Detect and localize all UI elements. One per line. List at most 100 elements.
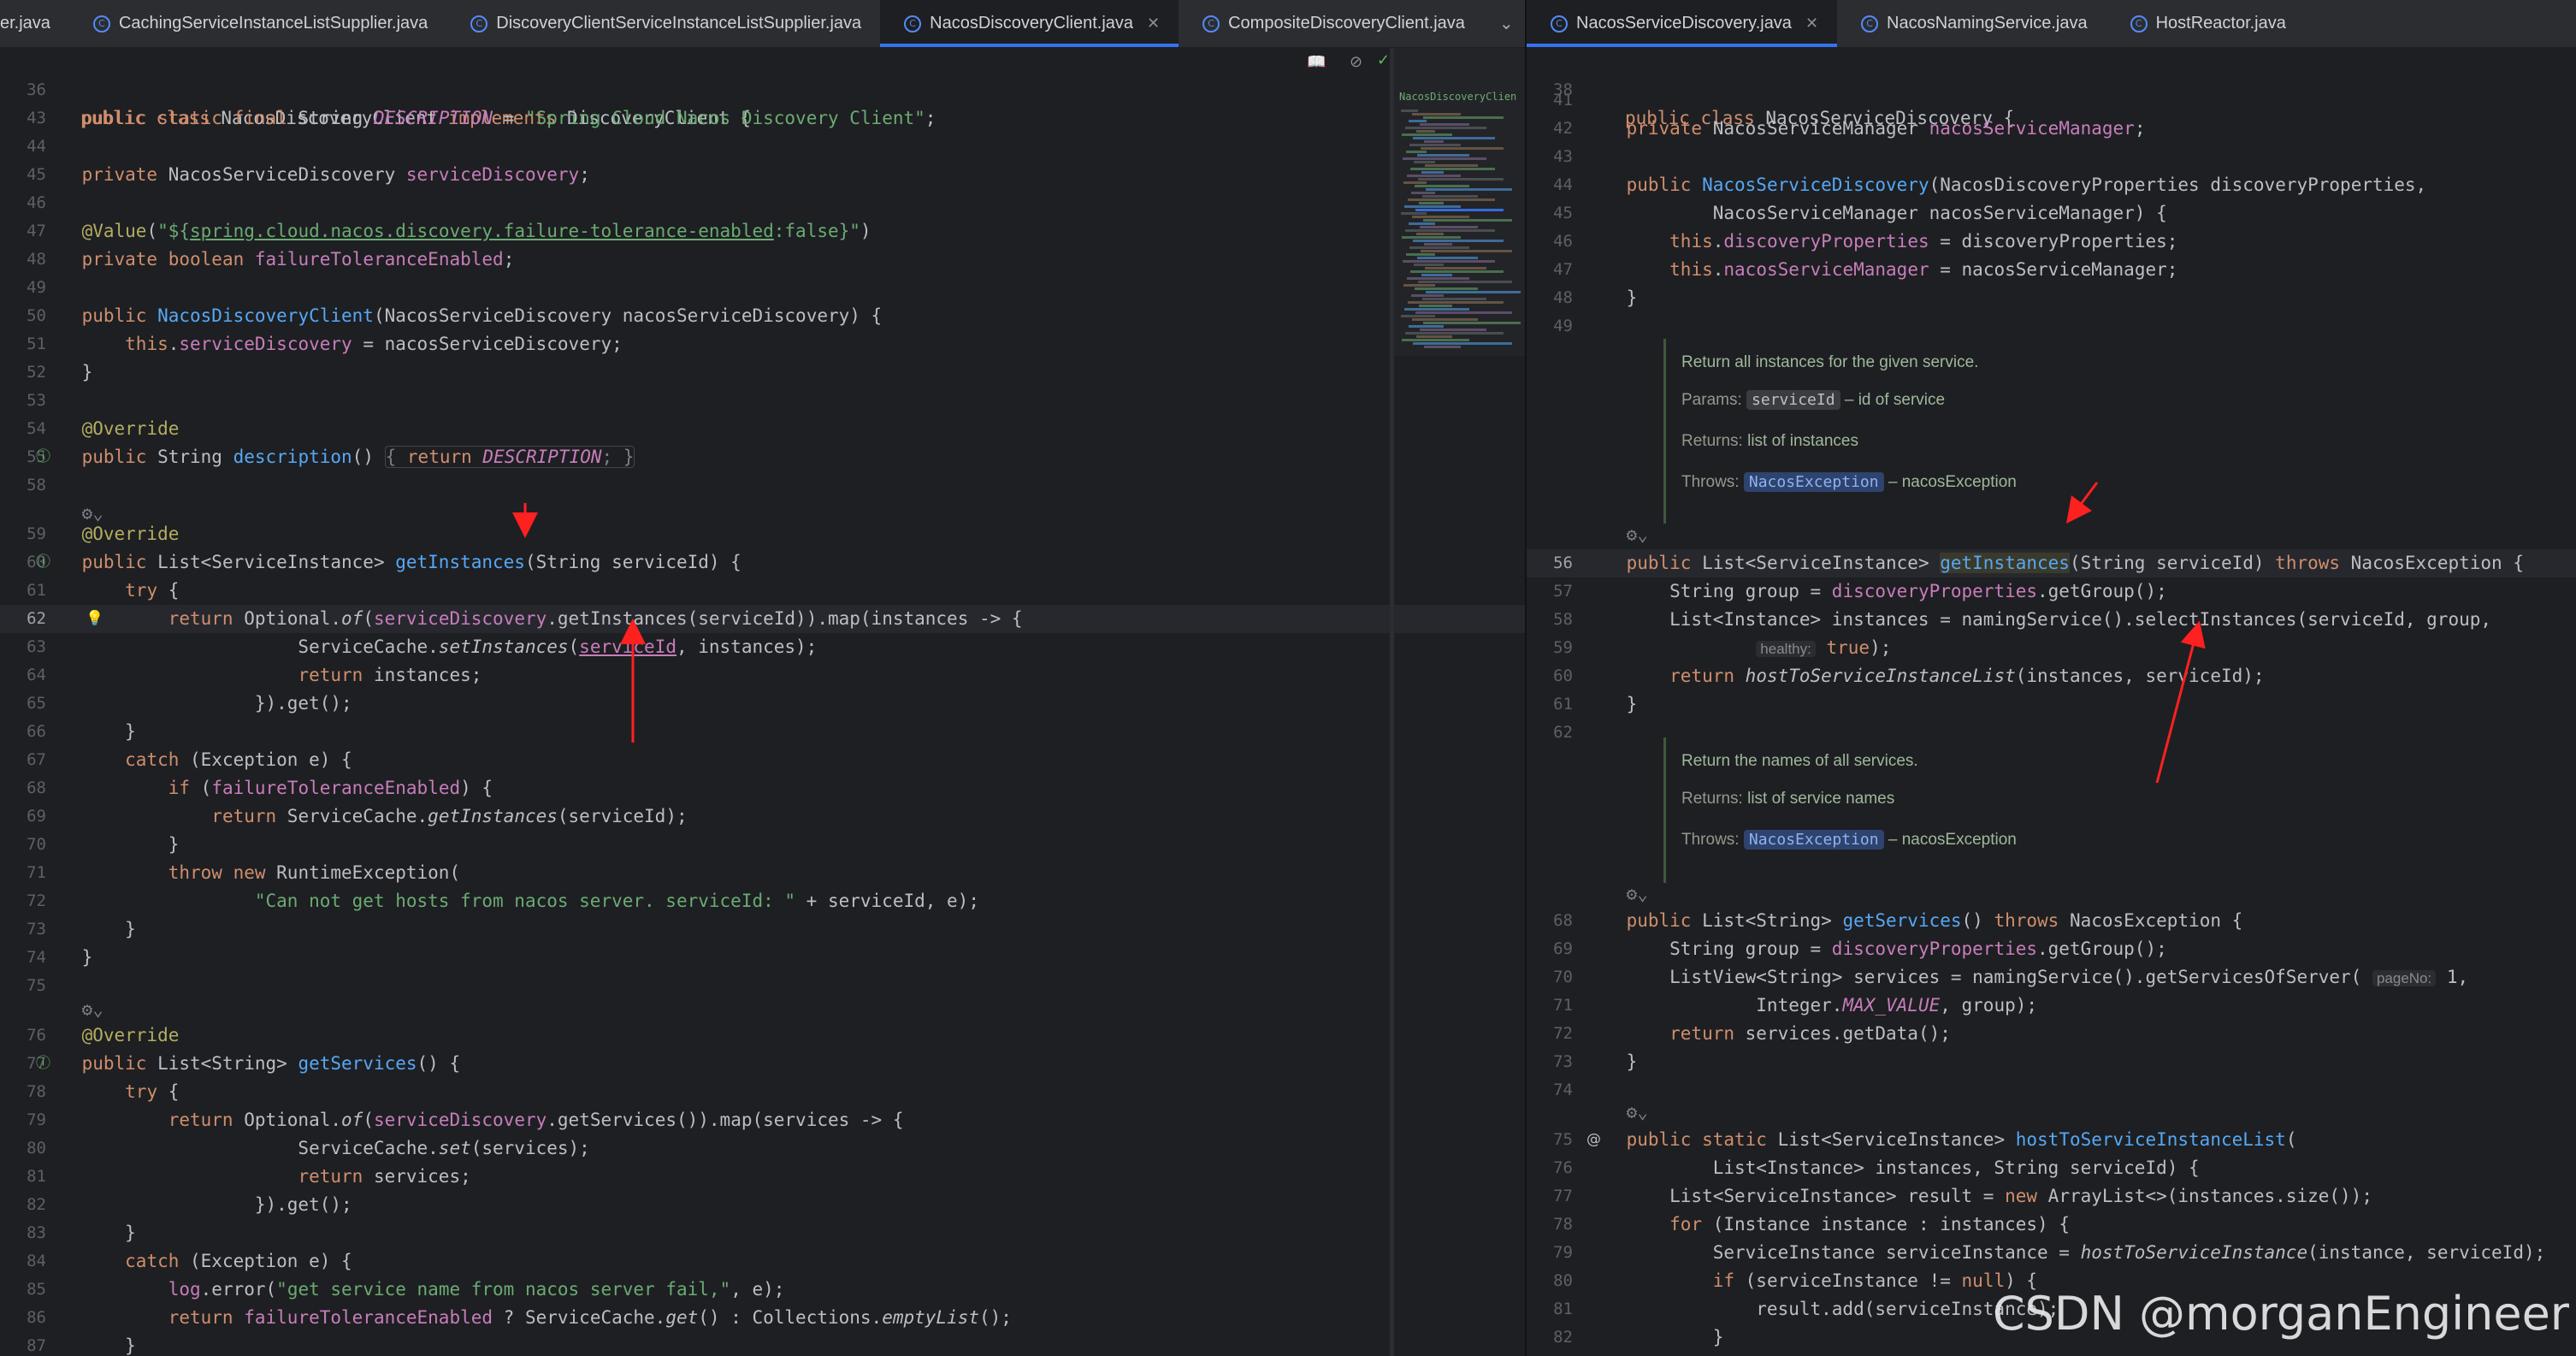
code-line[interactable]: ⚙⌄ [1527,880,2576,909]
code-line[interactable]: ⚙⌄ [1527,521,2576,549]
code-line[interactable]: 70 } [0,831,1527,859]
code-line[interactable]: 85 log.error("get service name from naco… [0,1276,1527,1304]
code-line[interactable]: 82 }).get(); [0,1191,1527,1219]
code-line[interactable]: 59 healthy: true); [1527,634,2576,662]
doc-throws-link[interactable]: NacosException [1743,830,1884,850]
code-line[interactable]: 76 List<Instance> instances, String serv… [1527,1154,2576,1182]
code-line[interactable]: 73 } [0,915,1527,944]
code-line[interactable]: 48 } [1527,284,2576,312]
code-line[interactable]: 42 private NacosServiceManager nacosServ… [1527,115,2576,143]
code-line[interactable]: 47 this.nacosServiceManager = nacosServi… [1527,256,2576,284]
chevron-down-icon[interactable]: ⌄ [1499,13,1514,34]
code-line[interactable]: 49 [1527,312,2576,340]
code-line[interactable]: 73 } [1527,1048,2576,1076]
code-line[interactable]: 45 private NacosServiceDiscovery service… [0,161,1527,189]
code-line[interactable]: 72 "Can not get hosts from nacos server.… [0,887,1527,915]
tab-host-reactor[interactable]: C HostReactor.java [2106,0,2305,47]
code-line[interactable]: 78 try { [0,1078,1527,1106]
tab-er-java[interactable]: er.java [0,0,69,47]
code-line[interactable]: 61 } [1527,690,2576,719]
implements-icon[interactable]: ⓘ [36,548,50,577]
implements-icon[interactable]: ⓘ [36,1050,50,1078]
code-line[interactable]: 54 @Override [0,415,1527,443]
code-line[interactable]: 78 for (Instance instance : instances) { [1527,1211,2576,1239]
code-line[interactable]: 60 return hostToServiceInstanceList(inst… [1527,662,2576,690]
code-line[interactable]: 61 try { [0,577,1527,605]
code-line[interactable]: 69 String group = discoveryProperties.ge… [1527,935,2576,963]
tab-composite-discovery-client[interactable]: C CompositeDiscoveryClient.java [1179,0,1484,47]
close-icon[interactable]: ✕ [1805,15,1818,33]
code-line[interactable]: 86 return failureToleranceEnabled ? Serv… [0,1304,1527,1332]
doc-throws-link[interactable]: NacosException [1743,472,1884,492]
code-line[interactable]: 77 public List<String> getServices() {ⓘ [0,1050,1527,1078]
code-line[interactable]: 58 List<Instance> instances = namingServ… [1527,606,2576,634]
code-line[interactable]: 55 public String description() { return … [0,443,1527,471]
minimap[interactable]: NacosDiscoveryClien [1394,48,1527,356]
tab-nacos-naming-service[interactable]: C NacosNamingService.java [1837,0,2106,47]
code-line[interactable]: 67 catch (Exception e) { [0,746,1527,774]
code-line[interactable]: 84 catch (Exception e) { [0,1247,1527,1276]
code-line[interactable]: 44 public NacosServiceDiscovery(NacosDis… [1527,171,2576,199]
line-number: 48 [1553,288,1573,307]
code-text: @Override [81,524,180,544]
code-line[interactable]: 75 public static List<ServiceInstance> h… [1527,1126,2576,1154]
code-line[interactable]: 41 [1527,86,2576,115]
reader-mode-icon[interactable]: 📖 [1307,53,1326,71]
code-line[interactable]: 59 @Override [0,520,1527,548]
code-line[interactable]: 69 return ServiceCache.getInstances(serv… [0,802,1527,831]
code-line[interactable]: 65 }).get(); [0,690,1527,718]
code-line[interactable]: 49 [0,274,1527,302]
tab-discovery-client-supplier[interactable]: C DiscoveryClientServiceInstanceListSuppl… [446,0,880,47]
code-line[interactable]: 56 public List<ServiceInstance> getInsta… [1527,549,2576,577]
code-line[interactable]: ⚙⌄ [1527,1098,2576,1127]
hide-icon[interactable]: ⊘ [1350,53,1362,71]
code-line[interactable]: 46 [0,189,1527,217]
tab-nacos-discovery-client[interactable]: C NacosDiscoveryClient.java ✕ [880,0,1179,47]
code-line[interactable]: 43 [1527,143,2576,171]
code-line[interactable]: 66 } [0,718,1527,746]
code-text: ListView<String> services = namingServic… [1583,967,2469,987]
minimap-line [1423,322,1521,324]
code-line[interactable]: 63 ServiceCache.setInstances(serviceId, … [0,633,1527,661]
code-line[interactable]: 83 } [0,1219,1527,1247]
code-line[interactable]: 77 List<ServiceInstance> result = new Ar… [1527,1182,2576,1211]
code-line[interactable]: 57 String group = discoveryProperties.ge… [1527,577,2576,606]
tab-nacos-service-discovery[interactable]: C NacosServiceDiscovery.java ✕ [1527,0,1838,47]
code-line[interactable]: 71 throw new RuntimeException( [0,859,1527,887]
code-line[interactable]: 58 [0,471,1527,500]
code-line[interactable]: 79 return Optional.of(serviceDiscovery.g… [0,1106,1527,1134]
tab-caching-supplier[interactable]: C CachingServiceInstanceListSupplier.java [69,0,446,47]
code-line[interactable]: 43 public static final String DESCRIPTIO… [0,104,1527,133]
code-line[interactable]: 87 } [0,1332,1527,1356]
code-line[interactable]: 76 @Override [0,1021,1527,1050]
code-line[interactable]: 81 return services; [0,1163,1527,1191]
code-line[interactable]: 46 this.discoveryProperties = discoveryP… [1527,228,2576,256]
code-line[interactable]: 47 @Value("${spring.cloud.nacos.discover… [0,217,1527,246]
lightbulb-icon[interactable]: 💡 [86,605,103,633]
code-line[interactable]: ⚙⌄ [0,996,1527,1024]
code-line[interactable]: 80 ServiceCache.set(services); [0,1134,1527,1163]
code-line[interactable]: 83 } [1527,1352,2576,1356]
at-icon[interactable]: @ [1586,1126,1601,1154]
code-line[interactable]: 45 NacosServiceManager nacosServiceManag… [1527,199,2576,228]
code-line[interactable]: 70 ListView<String> services = namingSer… [1527,963,2576,992]
code-line[interactable]: 72 return services.getData(); [1527,1020,2576,1048]
code-line[interactable]: 79 ServiceInstance serviceInstance = hos… [1527,1239,2576,1267]
right-code-area[interactable]: 38 public class NacosServiceDiscovery { … [1527,48,2576,1356]
code-line[interactable]: 48 private boolean failureToleranceEnabl… [0,246,1527,274]
code-line[interactable]: 52 } [0,358,1527,387]
code-line[interactable]: 74 } [0,944,1527,972]
code-line[interactable]: 51 this.serviceDiscovery = nacosServiceD… [0,330,1527,358]
code-line[interactable]: 68 public List<String> getServices() thr… [1527,907,2576,935]
close-icon[interactable]: ✕ [1147,15,1160,33]
code-line[interactable]: 68 if (failureToleranceEnabled) { [0,774,1527,802]
left-code-area[interactable]: 36 public class NacosDiscoveryClient imp… [0,48,1527,1356]
implements-icon[interactable]: ⓘ [36,443,50,471]
code-line[interactable]: 53 [0,387,1527,415]
code-line[interactable]: 71 Integer.MAX_VALUE, group); [1527,992,2576,1020]
code-line[interactable]: 50 public NacosDiscoveryClient(NacosServ… [0,302,1527,330]
code-line[interactable]: 62 return Optional.of(serviceDiscovery.g… [0,605,1527,633]
code-line[interactable]: 60 public List<ServiceInstance> getInsta… [0,548,1527,577]
code-line[interactable]: 44 [0,133,1527,161]
code-line[interactable]: 64 return instances; [0,661,1527,690]
